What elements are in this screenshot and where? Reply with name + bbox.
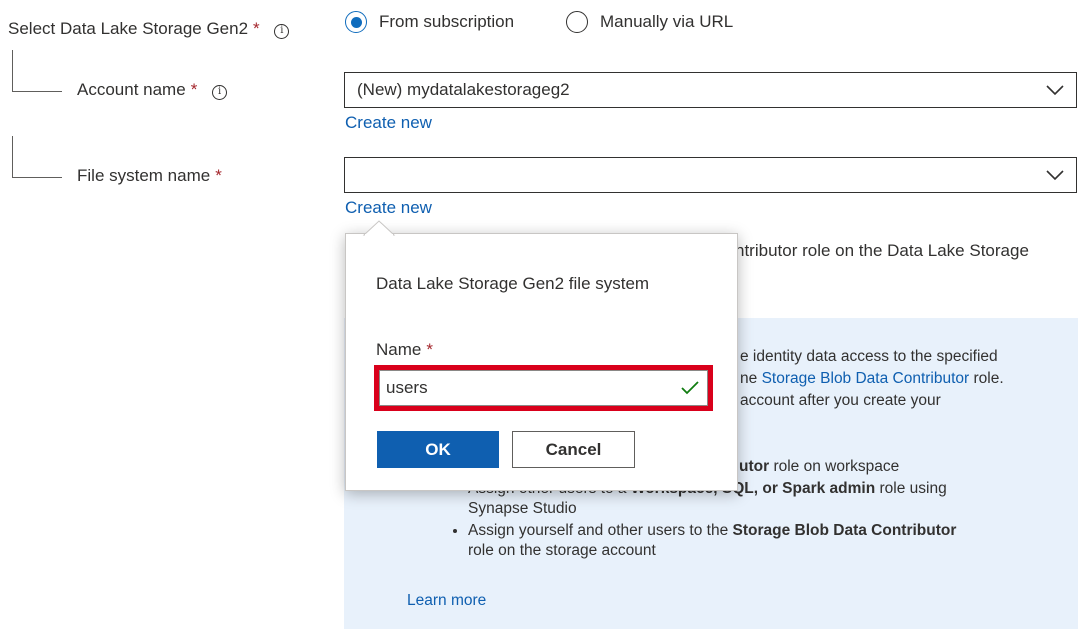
popup-name-label: Name * [376, 340, 433, 360]
info-icon[interactable]: i [274, 24, 290, 39]
info-box-line-2: ne Storage Blob Data Contributor role. [740, 369, 1004, 389]
info-box-line-2-prefix: ne [740, 370, 762, 387]
popup-pointer [362, 220, 396, 237]
create-new-account-link[interactable]: Create new [345, 113, 432, 133]
checkmark-icon [681, 381, 699, 395]
radio-manually-via-url[interactable]: Manually via URL [566, 11, 733, 33]
list-item: Assign yourself and other users to the S… [468, 521, 1058, 561]
radio-manually-via-url-label: Manually via URL [600, 12, 734, 31]
learn-more-link[interactable]: Learn more [407, 591, 486, 611]
bullet-2-bold: Storage Blob Data Contributor [732, 522, 957, 539]
info-box-line-1: e identity data access to the specified [740, 348, 998, 365]
file-system-name-dropdown[interactable] [344, 157, 1077, 193]
account-name-value: (New) mydatalakestorageg2 [357, 80, 570, 99]
account-name-label: Account name * i [77, 80, 228, 100]
storage-blob-contributor-link[interactable]: Storage Blob Data Contributor [762, 370, 970, 387]
radio-unselected-icon[interactable] [566, 11, 588, 33]
storage-selector-label-text: Select Data Lake Storage Gen2 [8, 19, 249, 38]
create-file-system-popup: Data Lake Storage Gen2 file system Name *… [345, 220, 738, 491]
bullet-2-prefix: Assign yourself and other users to the [468, 522, 733, 539]
file-system-name-label-text: File system name [77, 166, 211, 185]
info-box-partial-line: utor role on workspace [739, 457, 899, 477]
chevron-down-icon [1046, 170, 1064, 181]
info-box-partial-bold: utor [739, 458, 770, 475]
info-icon[interactable]: i [212, 85, 228, 100]
radio-from-subscription[interactable]: From subscription [345, 11, 514, 33]
required-mark: * [215, 166, 222, 185]
info-box-bullets: Assign other users to a Workspace, SQL, … [448, 479, 1058, 563]
required-mark: * [426, 340, 433, 359]
chevron-down-icon [1046, 85, 1064, 96]
storage-selector-label: Select Data Lake Storage Gen2 * i [8, 19, 290, 39]
info-box-line-3: account after you create your [740, 392, 941, 409]
role-notice-text: ntributor role on the Data Lake Storage [735, 241, 1029, 260]
radio-from-subscription-label: From subscription [379, 12, 515, 31]
popup-name-label-text: Name [376, 340, 422, 359]
info-box-line-2-suffix: role. [969, 370, 1004, 387]
info-box-partial-rest: role on workspace [769, 458, 900, 475]
radio-selected-icon[interactable] [345, 11, 367, 33]
cancel-button[interactable]: Cancel [512, 431, 635, 468]
account-name-label-text: Account name [77, 80, 186, 99]
name-input-highlight: users [374, 365, 713, 411]
bullet-1-line-2: Synapse Studio [468, 500, 577, 517]
create-new-file-system-link[interactable]: Create new [345, 198, 432, 218]
info-box-bullet-list: Assign other users to a Workspace, SQL, … [448, 479, 1058, 561]
tree-connector-account [12, 50, 62, 92]
name-input[interactable]: users [379, 370, 708, 406]
tree-connector-filesystem [12, 136, 62, 178]
popup-title: Data Lake Storage Gen2 file system [376, 274, 650, 293]
required-mark: * [190, 80, 198, 99]
required-mark: * [253, 19, 260, 38]
account-name-dropdown[interactable]: (New) mydatalakestorageg2 [344, 72, 1077, 108]
bullet-2-suffix: role on the storage account [468, 542, 656, 559]
ok-button[interactable]: OK [377, 431, 499, 468]
name-input-value: users [386, 378, 428, 397]
bullet-1-suffix: role using [875, 480, 947, 497]
file-system-name-label: File system name * [77, 166, 222, 186]
